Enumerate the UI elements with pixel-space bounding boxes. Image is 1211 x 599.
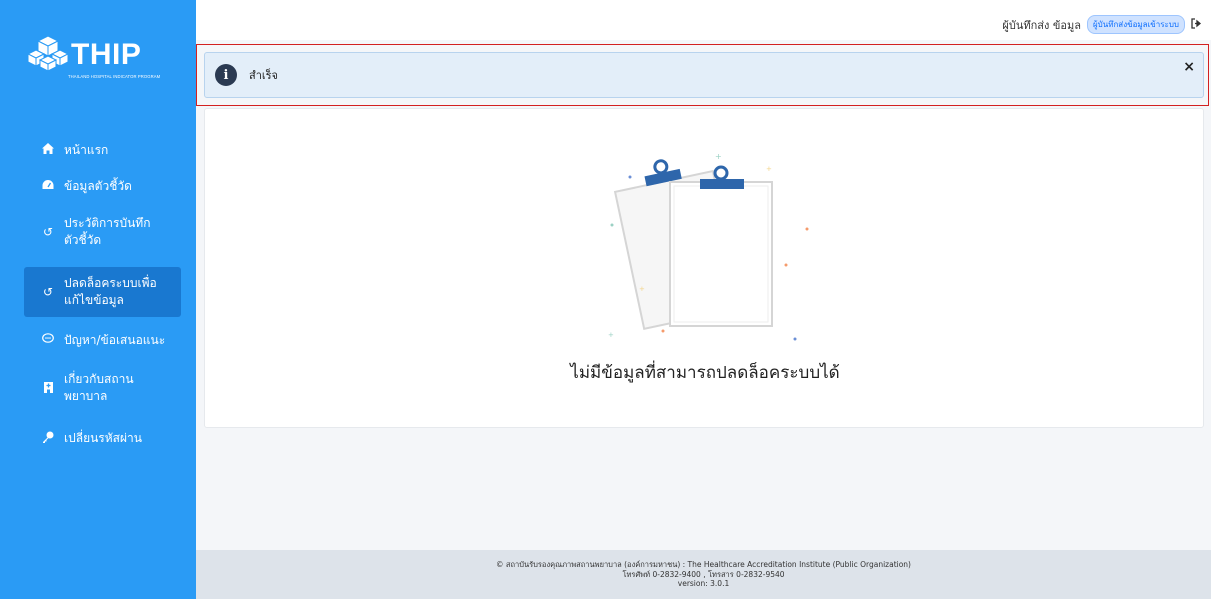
info-icon: i xyxy=(215,64,237,86)
hospital-icon xyxy=(40,381,56,396)
history-icon: ↺ xyxy=(42,225,54,239)
alert-message: สำเร็จ xyxy=(249,69,279,82)
logout-icon[interactable] xyxy=(1191,17,1203,32)
sidebar-item-unlock[interactable]: ↺ ปลดล็อคระบบเพื่อ แก้ไขข้อมูล xyxy=(24,267,181,317)
empty-message: ไม่มีข้อมูลที่สามารถปลดล็อคระบบได้ xyxy=(570,363,840,383)
history-icon: ↺ xyxy=(42,285,54,299)
footer-version: version: 3.0.1 xyxy=(677,579,730,588)
cube-logo-icon xyxy=(28,35,68,72)
sidebar-item-label: ปลดล็อคระบบเพื่อ แก้ไขข้อมูล xyxy=(64,276,157,307)
logo-subtitle: THAILAND HOSPITAL INDICATOR PROGRAM xyxy=(68,74,161,79)
sidebar-item-indicator-data[interactable]: ข้อมูลตัวชี้วัด xyxy=(24,176,181,196)
user-name: ผู้บันทึกส่ง ข้อมูล xyxy=(1002,18,1081,32)
sidebar-item-label: ประวัติการบันทึก ตัวชี้วัด xyxy=(64,216,151,247)
svg-text:+: + xyxy=(715,152,722,161)
role-badge: ผู้บันทึกส่งข้อมูลเข้าระบบ xyxy=(1086,15,1185,34)
footer: © สถาบันรับรองคุณภาพสถานพยาบาล (องค์การม… xyxy=(196,550,1211,599)
empty-state-card: + + + + ไม่มีข้อมูลที่สามารถปลดล็อคระบบไ… xyxy=(204,108,1204,428)
sidebar-item-label: ข้อมูลตัวชี้วัด xyxy=(64,178,132,193)
footer-contact: โทรศัพท์ 0-2832-9400 , โทรสาร 0-2832-954… xyxy=(622,569,785,579)
sidebar-item-label: หน้าแรก xyxy=(64,142,109,157)
sidebar: THIP THAILAND HOSPITAL INDICATOR PROGRAM… xyxy=(0,0,196,599)
sidebar-item-feedback[interactable]: ปัญหา/ข้อเสนอแนะ xyxy=(24,330,181,350)
sidebar-item-label: เปลี่ยนรหัสผ่าน xyxy=(64,430,142,445)
user-info: ผู้บันทึกส่ง ข้อมูล ผู้บันทึกส่งข้อมูลเข… xyxy=(1002,15,1203,34)
thip-logo[interactable]: THIP THAILAND HOSPITAL INDICATOR PROGRAM xyxy=(28,34,188,94)
success-alert: i สำเร็จ × xyxy=(204,52,1204,98)
sidebar-item-hospital[interactable]: เกี่ยวกับสถาน พยาบาล xyxy=(24,368,181,408)
dashboard-icon xyxy=(40,179,56,193)
sidebar-item-indicator-history[interactable]: ↺ ประวัติการบันทึก ตัวชี้วัด xyxy=(24,212,181,252)
sidebar-item-label: เกี่ยวกับสถาน พยาบาล xyxy=(64,372,134,403)
svg-text:+: + xyxy=(608,331,614,339)
home-icon xyxy=(40,143,56,157)
close-icon[interactable]: × xyxy=(1183,59,1195,75)
top-bar: ผู้บันทึกส่ง ข้อมูล ผู้บันทึกส่งข้อมูลเข… xyxy=(196,0,1211,40)
sidebar-item-home[interactable]: หน้าแรก xyxy=(24,140,181,160)
logo-title: THIP xyxy=(71,38,142,71)
svg-text:+: + xyxy=(639,285,645,293)
sidebar-item-label: ปัญหา/ข้อเสนอแนะ xyxy=(64,332,166,347)
sidebar-item-change-password[interactable]: เปลี่ยนรหัสผ่าน xyxy=(24,428,181,448)
svg-text:+: + xyxy=(766,165,772,173)
key-icon xyxy=(40,431,56,446)
chat-icon xyxy=(40,333,56,347)
footer-copyright: © สถาบันรับรองคุณภาพสถานพยาบาล (องค์การม… xyxy=(496,560,911,569)
empty-clipboard-icon: + + + + xyxy=(608,152,809,341)
